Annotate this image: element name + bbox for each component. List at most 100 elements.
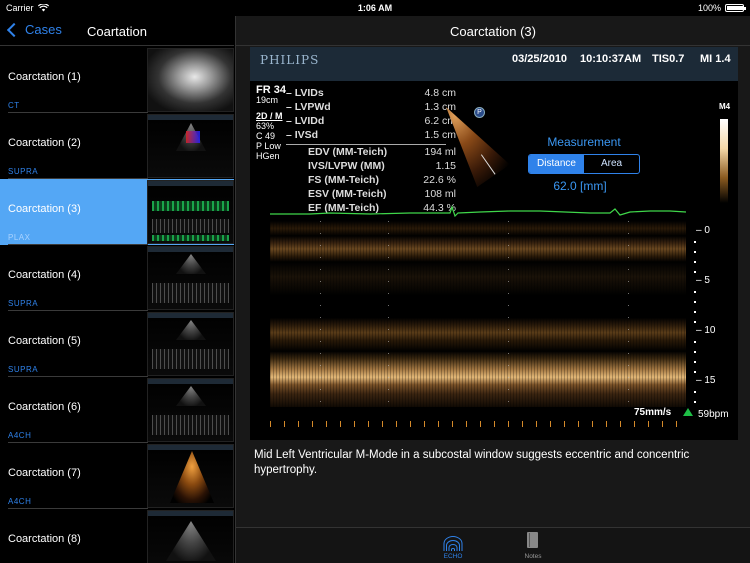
ecg-trace (270, 205, 686, 218)
case-view-label: A4CH (8, 497, 32, 506)
depth-marker-line (320, 221, 321, 407)
case-list: Coarctation (1) CT Coarctation (2) SUPRA Coa… (0, 47, 234, 563)
back-button-label: Cases (25, 22, 62, 37)
depth-minor-tick (694, 401, 696, 403)
battery-icon (725, 4, 746, 12)
battery-area: 100% (697, 3, 746, 13)
scanner-header: PHILIPS 03/25/2010 10:10:37AM TIS0.7 MI … (250, 47, 738, 81)
case-list-item[interactable]: Coarctation (5) SUPRA (0, 311, 234, 377)
param-fr: FR 34 (256, 84, 286, 96)
case-detail: Coarctation (3) PHILIPS 03/25/2010 10:10… (235, 16, 750, 563)
case-view-label: A4CH (8, 431, 32, 440)
depth-tick-label: – 10 (696, 325, 716, 336)
depth-minor-tick (694, 351, 696, 353)
case-thumbnail (147, 180, 234, 244)
tis-readout: TIS0.7 (652, 53, 685, 65)
case-list-item[interactable]: Coarctation (6) A4CH (0, 377, 234, 443)
measurement-label: – LVIDs (286, 87, 324, 99)
measurement-title: Measurement (547, 135, 621, 149)
measurement-option-area[interactable]: Area (584, 155, 639, 173)
case-list-item[interactable]: Coarctation (1) CT (0, 47, 234, 113)
param-compress: C 49 (256, 131, 276, 141)
measurement-value: 1.3 cm (424, 101, 456, 113)
depth-tick-label: – 5 (696, 275, 710, 286)
case-thumbnail (147, 378, 234, 442)
depth-minor-tick (694, 251, 696, 253)
measurement-label: FS (MM-Teich) (308, 174, 379, 186)
case-list-item[interactable]: Coarctation (4) SUPRA (0, 245, 234, 311)
case-list-item[interactable]: Coarctation (8) (0, 509, 234, 563)
case-title: Coarctation (5) (8, 335, 81, 347)
case-thumbnail (147, 48, 234, 112)
scan-date: 03/25/2010 (512, 53, 568, 65)
case-thumbnail (147, 246, 234, 310)
back-to-cases-button[interactable]: Cases (6, 22, 62, 37)
param-gain: 63% (256, 121, 275, 131)
measurement-value: 22.6 % (423, 174, 456, 186)
sidebar-title: Coartation (87, 24, 147, 39)
case-view-label: SUPRA (8, 365, 39, 374)
case-title: Coarctation (1) (8, 71, 81, 83)
mi-readout: MI 1.4 (700, 53, 731, 65)
depth-minor-tick (694, 371, 696, 373)
tab-echo[interactable]: ECHO (428, 531, 478, 560)
case-thumbnail (147, 114, 234, 178)
case-title: Coarctation (2) (8, 137, 81, 149)
measurement-option-distance[interactable]: Distance (529, 155, 584, 173)
depth-minor-tick (694, 391, 696, 393)
chevron-left-icon (6, 22, 22, 37)
case-thumbnail (147, 444, 234, 508)
measurement-mode-toggle: Distance Area (528, 154, 640, 174)
calculation-row: IVS/LVPW (MM) 1.15 (286, 160, 456, 174)
measurement-label: EDV (MM-Teich) (308, 146, 388, 158)
probe-marker: P (474, 107, 485, 118)
depth-minor-tick (694, 291, 696, 293)
case-list-item[interactable]: Coarctation (3) PLAX (0, 179, 234, 245)
depth-tick-label: – 0 (696, 225, 710, 236)
param-freq: HGen (256, 151, 280, 161)
depth-minor-tick (694, 261, 696, 263)
measurement-value: 4.8 cm (424, 87, 456, 99)
measurement-value: 1.15 (435, 160, 456, 172)
depth-minor-tick (694, 241, 696, 243)
depth-minor-tick (694, 311, 696, 313)
measurement-label: – LVPWd (286, 101, 331, 113)
tab-notes[interactable]: Notes (508, 531, 558, 560)
sweep-speed: 75mm/s (634, 407, 672, 418)
clock: 1:06 AM (357, 3, 393, 13)
calculation-row: FS (MM-Teich) 22.6 % (286, 174, 456, 188)
greyscale-bar (720, 119, 728, 203)
case-list-item[interactable]: Coarctation (7) A4CH (0, 443, 234, 509)
depth-marker-line (628, 221, 629, 407)
heart-rate: 59bpm (698, 409, 729, 420)
detail-title: Coarctation (3) (450, 24, 536, 39)
measurement-value: 1.5 cm (424, 129, 456, 141)
brand-logo: PHILIPS (260, 53, 320, 67)
measurement-row: – LVIDs 4.8 cm (286, 87, 456, 101)
param-depth: 19cm (256, 95, 279, 105)
echo-image[interactable]: PHILIPS 03/25/2010 10:10:37AM TIS0.7 MI … (250, 47, 738, 440)
case-view-label: SUPRA (8, 167, 39, 176)
param-power: P Low (256, 141, 281, 151)
case-description: Mid Left Ventricular M-Mode in a subcost… (254, 449, 690, 476)
depth-tick-label: – 15 (696, 375, 716, 386)
measurement-row: – LVIDd 6.2 cm (286, 115, 456, 129)
calculation-row: EDV (MM-Teich) 194 ml (286, 146, 456, 160)
battery-percent: 100% (697, 3, 721, 13)
measurement-value: 108 ml (424, 188, 456, 200)
acquisition-params: FR 34 19cm 2D / M 63% C 49 P Low HGen (256, 84, 286, 162)
case-title: Coarctation (6) (8, 401, 81, 413)
measurement-table: – LVIDs 4.8 cm – LVPWd 1.3 cm – LVIDd 6.2 cm –… (286, 87, 456, 216)
case-view-label: SUPRA (8, 299, 39, 308)
measurement-separator (286, 144, 446, 145)
measurement-label: – IVSd (286, 129, 319, 141)
case-list-item[interactable]: Coarctation (2) SUPRA (0, 113, 234, 179)
greyscale-label: M4 (719, 102, 731, 111)
case-title: Coarctation (8) (8, 533, 81, 545)
tab-bar: ECHO Notes (236, 527, 750, 563)
measurement-value: 194 ml (424, 146, 456, 158)
m-mode-trace (270, 221, 686, 407)
notebook-icon (523, 531, 543, 551)
depth-marker-line (508, 221, 509, 407)
scan-time: 10:10:37AM (580, 53, 642, 65)
